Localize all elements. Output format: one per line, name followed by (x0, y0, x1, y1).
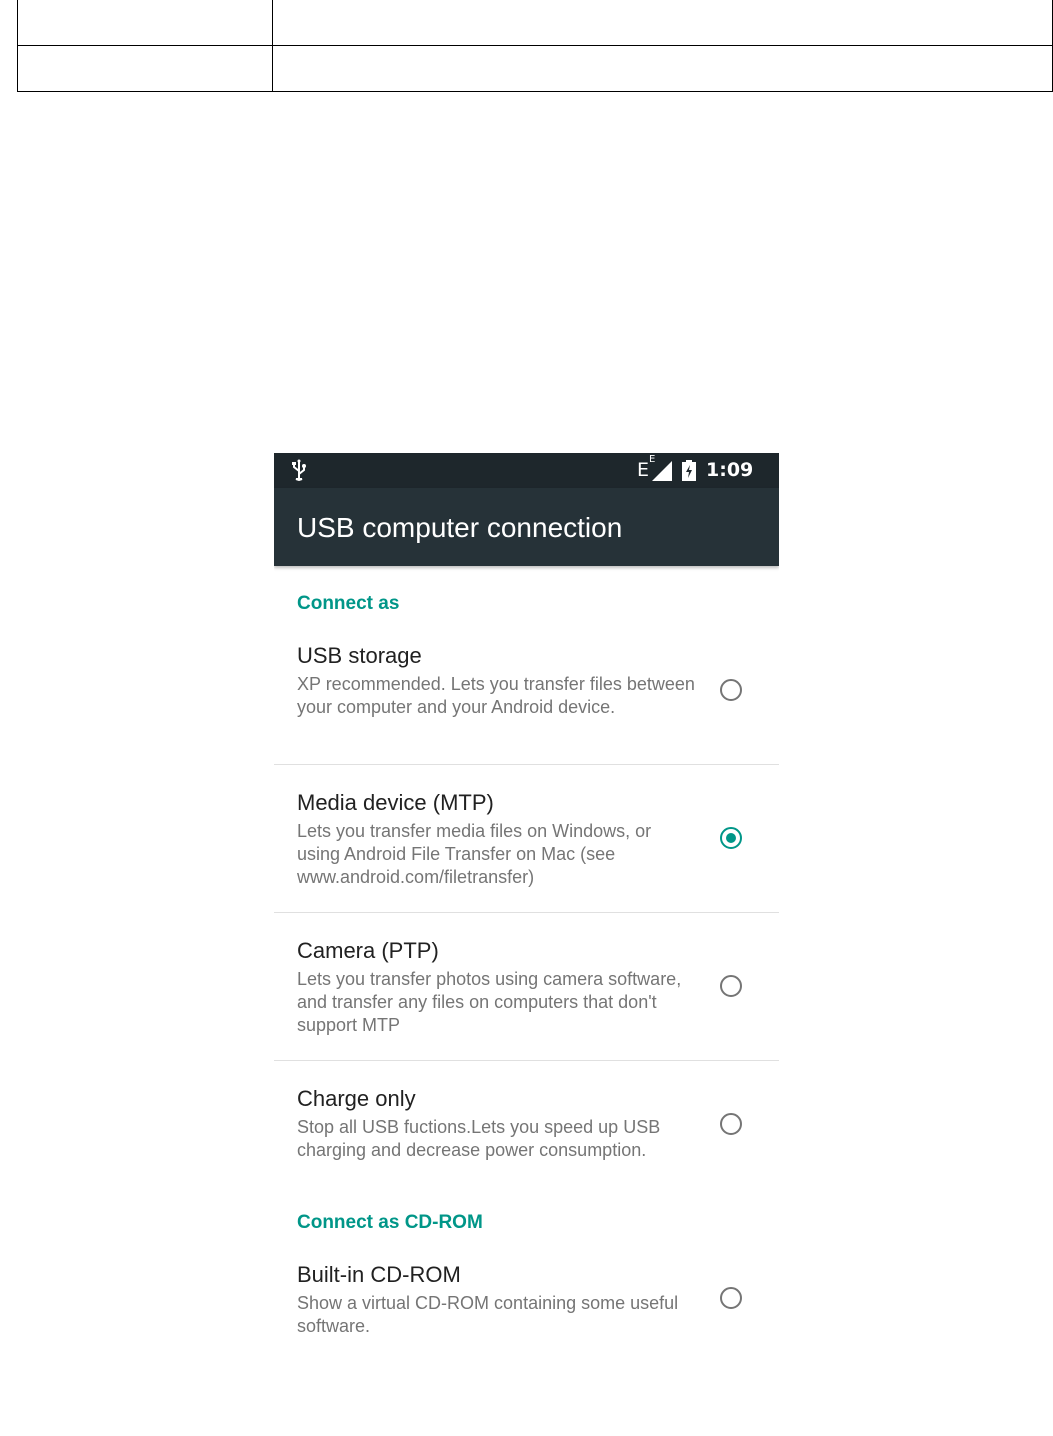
option-description: Lets you transfer photos using camera so… (297, 969, 682, 1035)
option-media-device-mtp[interactable]: Media device (MTP) Lets you transfer med… (274, 765, 779, 912)
option-description: Stop all USB fuctions.Lets you speed up … (297, 1117, 661, 1160)
option-title: Charge only (297, 1086, 416, 1111)
option-title: Built-in CD-ROM (297, 1262, 461, 1287)
radio-button[interactable] (720, 975, 742, 997)
signal-icon (652, 461, 672, 481)
option-description: Show a virtual CD-ROM containing some us… (297, 1293, 679, 1336)
radio-button[interactable] (720, 1287, 742, 1309)
battery-charging-icon (682, 460, 696, 481)
status-bar: EE 1:09 PM (274, 453, 779, 501)
app-bar: USB computer connection (274, 488, 779, 566)
table-row (18, 0, 1052, 46)
radio-button-selected[interactable] (720, 827, 742, 849)
table-row (18, 46, 1052, 91)
document-table (17, 0, 1053, 92)
radio-button[interactable] (720, 679, 742, 701)
section-header-connect-as-cd-rom: Connect as CD-ROM (297, 1212, 483, 1233)
option-camera-ptp[interactable]: Camera (PTP) Lets you transfer photos us… (274, 913, 779, 1060)
option-built-in-cd-rom[interactable]: Built-in CD-ROM Show a virtual CD-ROM co… (274, 1250, 779, 1350)
option-charge-only[interactable]: Charge only Stop all USB fuctions.Lets y… (274, 1061, 779, 1171)
phone-screen: EE 1:09 PM USB computer connection Conne… (274, 453, 779, 1353)
radio-button[interactable] (720, 1113, 742, 1135)
option-description: Lets you transfer media files on Windows… (297, 821, 652, 887)
option-title: Camera (PTP) (297, 938, 439, 963)
option-title: Media device (MTP) (297, 790, 494, 815)
usb-icon (292, 459, 306, 481)
page-title: USB computer connection (297, 512, 623, 543)
option-description: XP recommended. Lets you transfer files … (297, 674, 695, 717)
option-title: USB storage (297, 643, 422, 668)
option-usb-storage[interactable]: USB storage XP recommended. Lets you tra… (274, 631, 779, 764)
table-column-divider (272, 0, 273, 91)
section-header-connect-as: Connect as (297, 593, 400, 614)
